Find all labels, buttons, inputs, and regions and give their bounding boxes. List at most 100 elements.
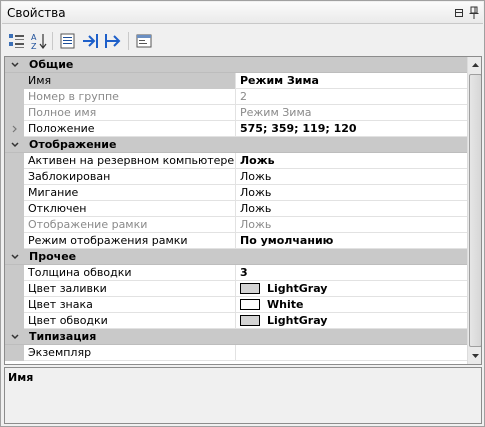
property-name[interactable]: Отображение рамки <box>24 217 236 233</box>
property-row[interactable]: Положение 575; 359; 119; 120 <box>5 121 467 137</box>
property-name[interactable]: Полное имя <box>24 105 236 121</box>
description-panel: Имя <box>4 367 482 424</box>
description-title: Имя <box>8 371 34 384</box>
title-bar[interactable]: Свойства <box>2 2 483 24</box>
property-value[interactable]: White <box>236 297 467 313</box>
property-name[interactable]: Имя <box>24 73 236 89</box>
svg-text:A: A <box>31 33 37 42</box>
property-value[interactable]: Режим Зима <box>236 105 467 121</box>
category-label: Типизация <box>29 330 97 343</box>
color-swatch <box>240 299 260 310</box>
scrollbar-thumb[interactable] <box>469 74 481 347</box>
property-value[interactable]: 2 <box>236 89 467 105</box>
vertical-scrollbar[interactable] <box>467 57 481 364</box>
row-gutter <box>5 297 24 313</box>
property-row[interactable]: Экземпляр <box>5 345 467 361</box>
expand-property-toggle[interactable] <box>10 124 20 134</box>
property-row[interactable]: Отображение рамки Ложь <box>5 217 467 233</box>
category-label: Прочее <box>29 250 77 263</box>
property-name[interactable]: Цвет заливки <box>24 281 236 297</box>
property-value-text: White <box>267 298 304 311</box>
property-name[interactable]: Заблокирован <box>24 169 236 185</box>
collapse-category-toggle[interactable] <box>10 332 20 342</box>
collapse-category-toggle[interactable] <box>10 60 20 70</box>
property-value[interactable]: 3 <box>236 265 467 281</box>
property-value[interactable]: Ложь <box>236 217 467 233</box>
window-title: Свойства <box>7 6 66 20</box>
scroll-up-button[interactable] <box>468 57 481 72</box>
property-row[interactable]: Режим отображения рамки По умолчанию <box>5 233 467 249</box>
property-row[interactable]: Цвет знака White <box>5 297 467 313</box>
property-name[interactable]: Цвет обводки <box>24 313 236 329</box>
goto-button[interactable] <box>81 31 101 51</box>
category-header[interactable]: Прочее <box>5 249 467 265</box>
property-row[interactable]: Номер в группе 2 <box>5 89 467 105</box>
property-name[interactable]: Цвет знака <box>24 297 236 313</box>
property-value-text: LightGray <box>267 314 328 327</box>
property-grid[interactable]: Общие Имя Режим Зима Номер в группе 2 Полное … <box>4 56 482 365</box>
property-row[interactable]: Цвет обводки LightGray <box>5 313 467 329</box>
property-row[interactable]: Отключен Ложь <box>5 201 467 217</box>
color-swatch <box>240 283 260 294</box>
property-name[interactable]: Номер в группе <box>24 89 236 105</box>
toolbar: A Z <box>2 25 483 55</box>
category-label: Отображение <box>29 138 117 151</box>
row-gutter <box>5 153 24 169</box>
category-label: Общие <box>29 58 74 71</box>
property-name[interactable]: Экземпляр <box>24 345 236 361</box>
float-window-button[interactable] <box>452 6 466 20</box>
property-name[interactable]: Положение <box>24 121 236 137</box>
row-gutter <box>5 169 24 185</box>
goto-end-button[interactable] <box>104 31 124 51</box>
property-value[interactable] <box>236 345 467 361</box>
list-icon <box>60 33 75 49</box>
property-value[interactable]: 575; 359; 119; 120 <box>236 121 467 137</box>
toolbar-separator <box>128 32 129 50</box>
row-gutter <box>5 281 24 297</box>
property-row[interactable]: Цвет заливки LightGray <box>5 281 467 297</box>
property-row[interactable]: Толщина обводки 3 <box>5 265 467 281</box>
property-name[interactable]: Отключен <box>24 201 236 217</box>
property-value[interactable]: LightGray <box>236 313 467 329</box>
categorized-view-button[interactable] <box>7 31 27 51</box>
collapse-category-toggle[interactable] <box>10 252 20 262</box>
category-header[interactable]: Отображение <box>5 137 467 153</box>
property-value[interactable]: LightGray <box>236 281 467 297</box>
property-value[interactable]: Ложь <box>236 185 467 201</box>
color-swatch <box>240 315 260 326</box>
property-row[interactable]: Мигание Ложь <box>5 185 467 201</box>
pin-icon <box>469 6 479 19</box>
scroll-down-button[interactable] <box>468 349 481 364</box>
categorized-icon <box>9 34 24 48</box>
category-header[interactable]: Типизация <box>5 329 467 345</box>
property-name[interactable]: Мигание <box>24 185 236 201</box>
row-gutter <box>5 265 24 281</box>
property-value[interactable]: По умолчанию <box>236 233 467 249</box>
property-pages-button[interactable] <box>58 31 78 51</box>
property-value[interactable]: Режим Зима <box>236 73 467 89</box>
triangle-down-icon <box>472 354 479 358</box>
row-gutter[interactable] <box>5 121 24 137</box>
property-value[interactable]: Ложь <box>236 169 467 185</box>
property-name[interactable]: Режим отображения рамки <box>24 233 236 249</box>
pin-button[interactable] <box>467 6 481 20</box>
chevron-down-icon <box>11 62 19 68</box>
row-gutter <box>5 201 24 217</box>
property-value[interactable]: Ложь <box>236 201 467 217</box>
arrow-double-right-icon <box>105 34 121 48</box>
collapse-category-toggle[interactable] <box>10 140 20 150</box>
property-name[interactable]: Толщина обводки <box>24 265 236 281</box>
row-gutter <box>5 105 24 121</box>
property-row[interactable]: Заблокирован Ложь <box>5 169 467 185</box>
property-name[interactable]: Активен на резервном компьютере <box>24 153 236 169</box>
category-header[interactable]: Общие <box>5 57 467 73</box>
chevron-right-icon <box>12 125 17 133</box>
triangle-up-icon <box>472 63 479 67</box>
chevron-down-icon <box>11 334 19 340</box>
property-row[interactable]: Полное имя Режим Зима <box>5 105 467 121</box>
property-row[interactable]: Активен на резервном компьютере Ложь <box>5 153 467 169</box>
property-value[interactable]: Ложь <box>236 153 467 169</box>
property-row[interactable]: Имя Режим Зима <box>5 73 467 89</box>
alphabetical-sort-button[interactable]: A Z <box>29 31 49 51</box>
properties-window-button[interactable] <box>134 31 154 51</box>
